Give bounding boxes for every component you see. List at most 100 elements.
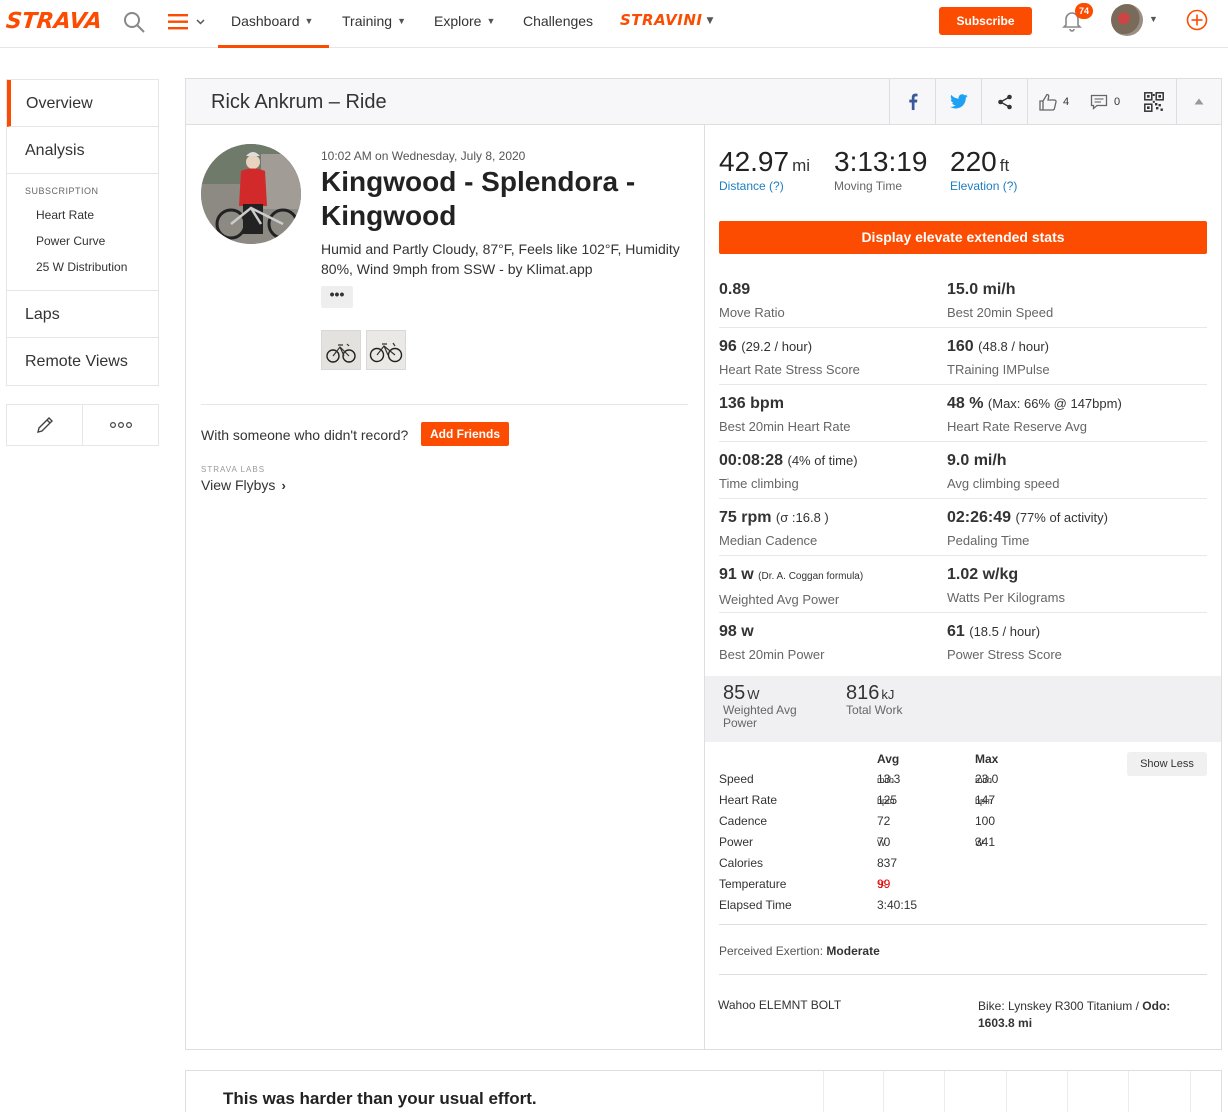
extended-stats-row: 00:08:28 (4% of time) Time climbing 9.0 mi… xyxy=(719,442,1207,499)
collapse-button[interactable] xyxy=(1176,79,1221,124)
extended-stat-extra: (18.5 / hour) xyxy=(969,624,1041,639)
qr-code-icon xyxy=(1143,91,1164,112)
activity-photo[interactable] xyxy=(366,330,406,370)
activity-photo[interactable] xyxy=(321,330,361,370)
table-row: Cadence 72 100 xyxy=(719,814,996,828)
row-label: Temperature xyxy=(719,877,787,891)
extended-stat-value: 02:26:49 (77% of activity) xyxy=(947,509,1108,526)
extended-stat: 61 (18.5 / hour) Power Stress Score xyxy=(947,613,1207,670)
sidebar-item-remote-views[interactable]: Remote Views xyxy=(7,338,158,385)
top-navigation: STRAVA Dashboard ▼ Training ▼ Explore ▼ Cha… xyxy=(0,0,1228,48)
divider xyxy=(823,1071,824,1112)
extended-stat-value: 75 rpm (σ :16.8 ) xyxy=(719,509,829,526)
activity-datetime: 10:02 AM on Wednesday, July 8, 2020 xyxy=(321,149,526,163)
sidebar-item-analysis[interactable]: Analysis xyxy=(7,127,158,174)
extended-stat: 91 w (Dr. A. Coggan formula) Weighted Avg… xyxy=(719,556,947,612)
activity-description: Humid and Partly Cloudy, 87°F, Feels lik… xyxy=(321,241,680,277)
search-icon[interactable] xyxy=(122,10,146,34)
comment-button[interactable]: 0 xyxy=(1079,79,1131,124)
row-label: Speed xyxy=(719,772,754,786)
extended-stat: 1.02 w/kg Watts Per Kilograms xyxy=(947,556,1207,612)
nav-active-indicator xyxy=(218,45,329,48)
extended-stat-extra: (4% of time) xyxy=(787,453,858,468)
divider xyxy=(201,404,688,405)
extended-stat: 9.0 mi/h Avg climbing speed xyxy=(947,442,1207,498)
extended-stat-value: 160 (48.8 / hour) xyxy=(947,338,1049,355)
extended-stat-extra: (29.2 / hour) xyxy=(741,339,813,354)
bike-photo-thumbnail xyxy=(322,331,360,369)
description-more-button[interactable]: ••• xyxy=(321,286,353,308)
extended-stats-row: 91 w (Dr. A. Coggan formula) Weighted Avg… xyxy=(719,556,1207,613)
chevron-down-icon[interactable]: ▼ xyxy=(1149,14,1158,24)
edit-button[interactable] xyxy=(7,405,82,445)
extended-stat-label: Heart Rate Stress Score xyxy=(719,362,860,377)
sidebar-item-power-curve[interactable]: Power Curve xyxy=(7,228,158,254)
extended-stat-value: 98 w xyxy=(719,623,754,640)
extended-stats-row: 0.89 Move Ratio 15.0 mi/h Best 20min Spee… xyxy=(719,271,1207,328)
extended-stat-extra: (σ :16.8 ) xyxy=(775,510,829,525)
avg-value: 125 bpm xyxy=(877,793,898,807)
athlete-avatar[interactable] xyxy=(201,144,301,244)
extended-stat-extra: (48.8 / hour) xyxy=(978,339,1049,354)
subscribe-button[interactable]: Subscribe xyxy=(939,7,1032,35)
nav-dashboard[interactable]: Dashboard ▼ xyxy=(231,13,313,29)
extended-stats-row: 136 bpm Best 20min Heart Rate 48 % (Max: … xyxy=(719,385,1207,442)
more-actions-button[interactable] xyxy=(82,405,158,445)
comment-count: 0 xyxy=(1113,95,1121,108)
extended-stat-label: TRaining IMPulse xyxy=(947,362,1050,377)
extended-stat: 96 (29.2 / hour) Heart Rate Stress Score xyxy=(719,328,947,384)
ellipsis-icon xyxy=(109,421,132,429)
sidebar-item-heart-rate[interactable]: Heart Rate xyxy=(7,202,158,228)
nav-training[interactable]: Training ▼ xyxy=(342,13,406,29)
elevation-help-link[interactable]: Elevation (?) xyxy=(950,179,1017,193)
nav-challenges[interactable]: Challenges xyxy=(523,13,593,29)
sidebar-item-laps[interactable]: Laps xyxy=(7,291,158,338)
kudos-button[interactable]: 4 xyxy=(1027,79,1079,124)
extended-stat-label: Heart Rate Reserve Avg xyxy=(947,419,1087,434)
activity-stats: 42.97 mi Distance (?) 3:13:19 Moving Time… xyxy=(704,125,1221,1050)
sidebar-item-overview[interactable]: Overview xyxy=(7,80,158,127)
twitter-share-button[interactable] xyxy=(935,79,981,124)
extended-stats-row: 98 w Best 20min Power 61 (18.5 / hour) Pow… xyxy=(719,613,1207,670)
user-avatar[interactable] xyxy=(1111,4,1143,36)
table-row: Heart Rate 125 bpm 147 bpm xyxy=(719,793,1207,814)
extended-stat-label: Pedaling Time xyxy=(947,533,1030,548)
notification-badge: 74 xyxy=(1075,3,1093,19)
extended-stat-label: Best 20min Power xyxy=(719,647,825,662)
table-row: Temperature 99 °F xyxy=(719,877,1207,898)
extended-stat: 98 w Best 20min Power xyxy=(719,613,947,670)
extended-stat-label: Time climbing xyxy=(719,476,799,491)
nav-stravini[interactable]: STRAVINI ▼ xyxy=(620,11,714,29)
extended-stat-label: Best 20min Speed xyxy=(947,305,1054,320)
view-flybys-link[interactable]: View Flybys › xyxy=(201,477,286,493)
facebook-share-button[interactable] xyxy=(889,79,935,124)
facebook-icon xyxy=(908,93,917,110)
sidebar-item-distribution[interactable]: 25 W Distribution xyxy=(7,254,158,280)
table-row: Elapsed Time 3:40:15 xyxy=(719,898,918,912)
chevron-down-icon: ▼ xyxy=(706,16,714,26)
share-button[interactable] xyxy=(981,79,1027,124)
strava-logo[interactable]: STRAVA xyxy=(5,9,104,34)
extended-stats-row: 96 (29.2 / hour) Heart Rate Stress Score 1… xyxy=(719,328,1207,385)
share-icon xyxy=(997,94,1012,109)
chevron-down-icon: ▼ xyxy=(486,16,496,26)
extended-stat-value: 48 % (Max: 66% @ 147bpm) xyxy=(947,395,1122,412)
page-title: Rick Ankrum – Ride xyxy=(211,91,387,113)
nav-explore[interactable]: Explore ▼ xyxy=(434,13,495,29)
elevate-extended-stats-button[interactable]: Display elevate extended stats xyxy=(719,221,1207,254)
divider xyxy=(944,1071,945,1112)
qr-code-button[interactable] xyxy=(1131,79,1176,124)
bike-photo-thumbnail xyxy=(367,331,405,369)
add-friends-button[interactable]: Add Friends xyxy=(421,422,509,446)
menu-icon[interactable] xyxy=(168,12,208,32)
extended-stat-value: 96 (29.2 / hour) xyxy=(719,338,813,355)
extended-stat: 15.0 mi/h Best 20min Speed xyxy=(947,271,1207,327)
stat-distance: 42.97 mi Distance (?) xyxy=(719,146,811,194)
activity-sidebar: Overview Analysis SUBSCRIPTION Heart Rat… xyxy=(6,79,159,386)
divider xyxy=(1067,1071,1068,1112)
extended-stat: 75 rpm (σ :16.8 ) Median Cadence xyxy=(719,499,947,555)
divider xyxy=(719,924,1207,925)
distance-help-link[interactable]: Distance (?) xyxy=(719,179,810,193)
kudos-count: 4 xyxy=(1062,95,1070,108)
add-plus-icon[interactable] xyxy=(1186,9,1208,31)
